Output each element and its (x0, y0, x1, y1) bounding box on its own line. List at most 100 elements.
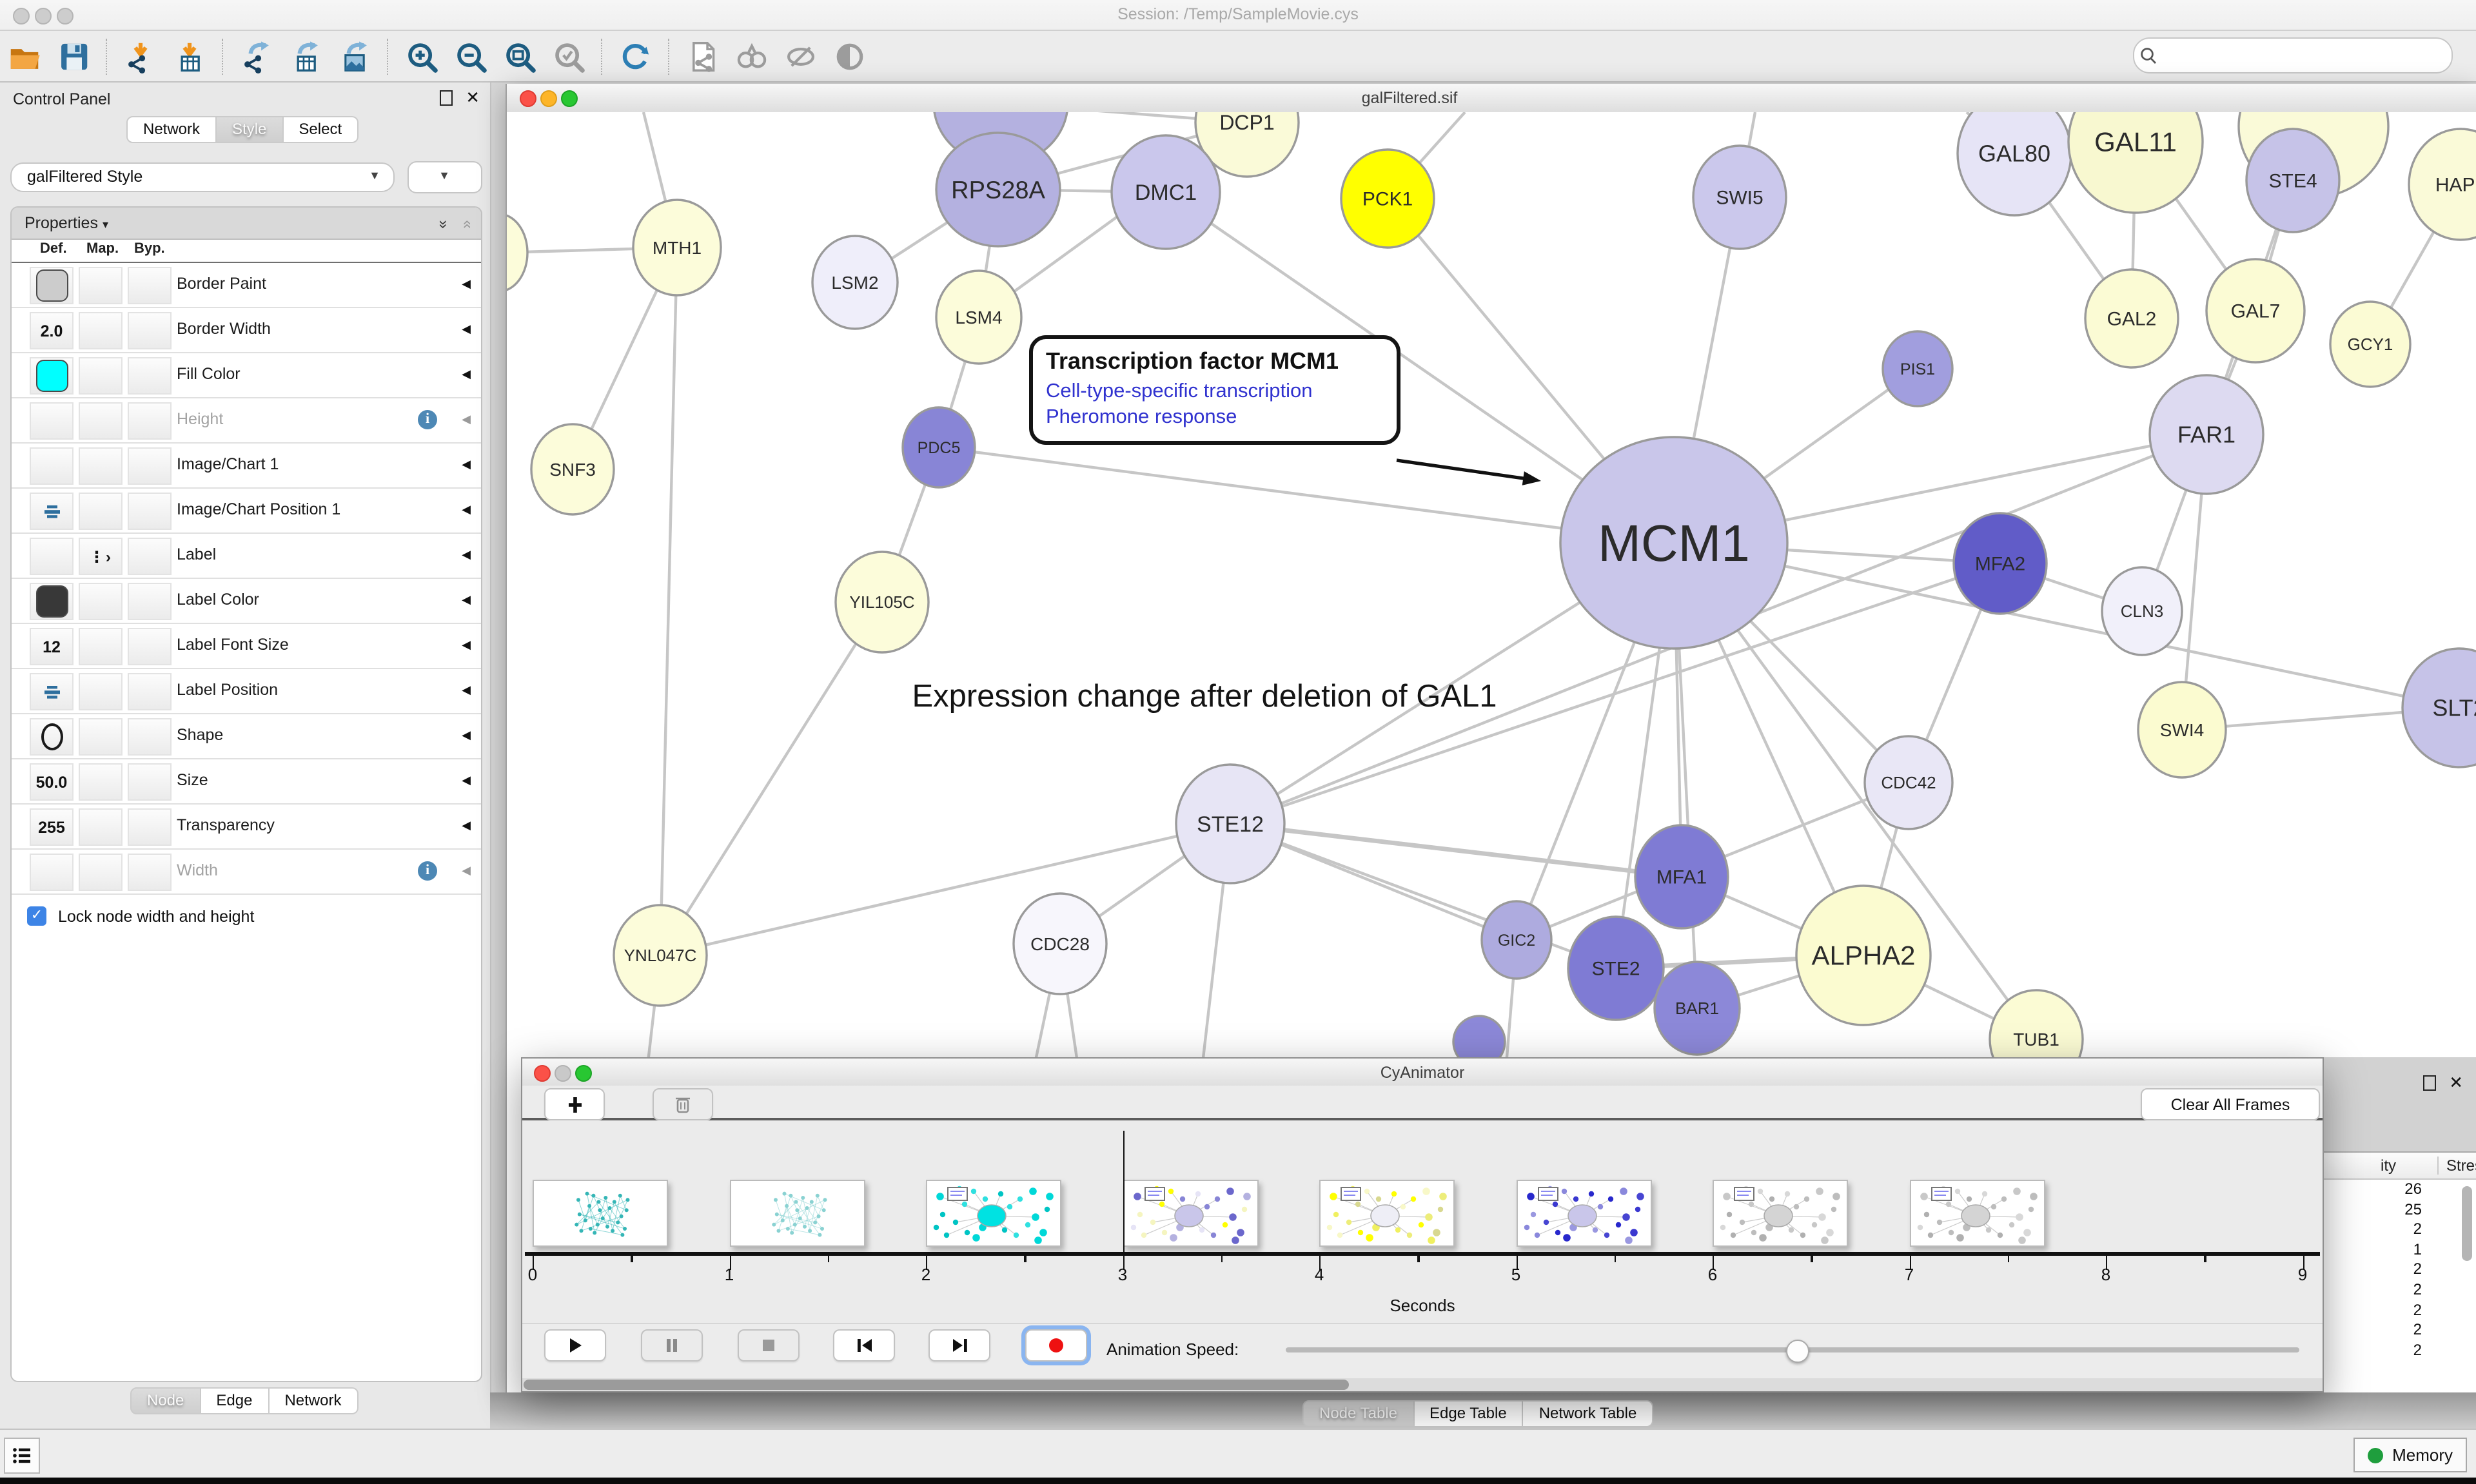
property-row[interactable]: Border Paint◀ (12, 263, 481, 308)
timeline-scrollbar[interactable] (522, 1378, 2323, 1391)
expand-property-icon[interactable]: ◀ (462, 638, 471, 652)
mapping-cell[interactable] (79, 402, 123, 440)
tab-edge[interactable]: Edge (201, 1387, 269, 1414)
property-row[interactable]: Label Position◀ (12, 669, 481, 714)
network-node[interactable]: RPS28A (936, 133, 1060, 246)
network-node[interactable]: SWI4 (2138, 682, 2226, 777)
bypass-cell[interactable] (128, 312, 172, 349)
bypass-cell[interactable] (128, 357, 172, 395)
bypass-cell[interactable] (128, 402, 172, 440)
animation-timeline[interactable]: 0123456789Seconds (522, 1120, 2323, 1323)
property-row[interactable]: ⋮›Label◀ (12, 534, 481, 579)
default-value-cell[interactable]: 255 (30, 808, 74, 846)
expand-property-icon[interactable]: ◀ (462, 503, 471, 517)
default-value-cell[interactable] (30, 673, 74, 710)
skip-start-button[interactable] (833, 1329, 895, 1362)
zoom-selected-icon[interactable] (552, 39, 585, 73)
export-table-icon[interactable] (289, 39, 322, 73)
expand-property-icon[interactable]: ◀ (462, 593, 471, 607)
tab-select[interactable]: Select (283, 116, 359, 143)
bypass-cell[interactable] (128, 808, 172, 846)
default-value-cell[interactable] (30, 267, 74, 304)
table-row[interactable]: 2 (2324, 1220, 2476, 1240)
export-image-icon[interactable] (338, 39, 371, 73)
zoom-out-icon[interactable] (454, 39, 487, 73)
network-node[interactable]: FAR1 (2150, 375, 2263, 494)
open-folder-icon[interactable] (8, 39, 41, 73)
stop-button[interactable] (738, 1329, 800, 1362)
annotation-link[interactable]: Pheromone response (1046, 406, 1384, 429)
float-panel-icon[interactable] (440, 90, 453, 106)
tab-network-table[interactable]: Network Table (1524, 1400, 1654, 1427)
network-node[interactable]: PCK1 (1341, 150, 1434, 248)
expand-property-icon[interactable]: ◀ (462, 864, 471, 878)
hide-details-icon[interactable] (784, 39, 818, 73)
bypass-cell[interactable] (128, 854, 172, 891)
expand-property-icon[interactable]: ◀ (462, 774, 471, 788)
search-input[interactable] (2163, 45, 2451, 66)
show-panels-button[interactable] (4, 1438, 40, 1474)
mapping-cell[interactable] (79, 763, 123, 801)
table-row[interactable]: 25 (2324, 1200, 2476, 1220)
network-node[interactable]: GAL2 (2085, 269, 2178, 367)
frame-thumbnail[interactable] (1713, 1180, 1848, 1247)
property-row[interactable]: Image/Chart 1◀ (12, 444, 481, 489)
network-node[interactable]: STE2 (1568, 917, 1664, 1020)
property-row[interactable]: Fill Color◀ (12, 353, 481, 398)
collapse-all-icon[interactable]: » (457, 220, 475, 228)
minimize-icon[interactable] (540, 90, 557, 107)
close-icon[interactable] (520, 90, 536, 107)
pause-button[interactable] (641, 1329, 703, 1362)
network-node[interactable]: LSM4 (936, 271, 1021, 364)
record-button[interactable] (1025, 1329, 1087, 1362)
network-node[interactable]: SWI5 (1693, 146, 1786, 249)
network-node[interactable]: DMC1 (1112, 135, 1220, 249)
table-row[interactable]: 2 (2324, 1300, 2476, 1320)
cyanimator-titlebar[interactable]: CyAnimator (522, 1059, 2323, 1088)
tab-network[interactable]: Network (269, 1387, 358, 1414)
tab-edge-table[interactable]: Edge Table (1414, 1400, 1524, 1427)
close-panel-icon[interactable]: ✕ (2449, 1077, 2463, 1089)
network-node[interactable]: CLN3 (2102, 567, 2182, 655)
bypass-cell[interactable] (128, 447, 172, 485)
expand-property-icon[interactable]: ◀ (462, 367, 471, 382)
lock-checkbox[interactable]: ✓ (27, 906, 46, 926)
network-node[interactable]: STE12 (1176, 765, 1284, 883)
default-value-cell[interactable] (30, 493, 74, 530)
mapping-cell[interactable] (79, 808, 123, 846)
frame-thumbnail[interactable] (1909, 1180, 2045, 1247)
network-node[interactable]: MFA1 (1635, 825, 1728, 928)
mapping-cell[interactable] (79, 854, 123, 891)
expand-property-icon[interactable]: ◀ (462, 458, 471, 472)
add-frame-button[interactable] (544, 1088, 605, 1120)
refresh-view-icon[interactable] (619, 39, 653, 73)
zoom-icon[interactable] (561, 90, 578, 107)
bypass-cell[interactable] (128, 718, 172, 756)
table-scrollbar[interactable] (2461, 1184, 2473, 1390)
default-value-cell[interactable]: 12 (30, 628, 74, 665)
mapping-cell[interactable] (79, 447, 123, 485)
default-value-cell[interactable]: 50.0 (30, 763, 74, 801)
network-window-titlebar[interactable]: galFiltered.sif (507, 84, 2476, 113)
timeline-playhead[interactable] (1123, 1131, 1125, 1252)
table-row[interactable]: 2 (2324, 1320, 2476, 1340)
annotation-box[interactable]: Transcription factor MCM1 Cell-type-spec… (1029, 335, 1400, 445)
style-options-button[interactable]: ▼ (408, 161, 482, 193)
search-network-icon[interactable] (735, 39, 769, 73)
network-file-icon[interactable] (686, 39, 720, 73)
slider-thumb[interactable] (1786, 1340, 1809, 1363)
close-panel-icon[interactable]: ✕ (466, 92, 480, 104)
mapping-cell[interactable] (79, 267, 123, 304)
table-row[interactable]: 2 (2324, 1341, 2476, 1361)
default-value-cell[interactable] (30, 583, 74, 620)
show-details-icon[interactable] (833, 39, 867, 73)
property-row[interactable]: 50.0Size◀ (12, 759, 481, 805)
default-value-cell[interactable] (30, 357, 74, 395)
frame-thumbnail[interactable] (926, 1180, 1061, 1247)
network-node[interactable]: SNF3 (531, 424, 614, 514)
info-icon[interactable]: i (418, 410, 437, 429)
style-selector[interactable]: galFiltered Style ▼ (10, 162, 395, 192)
network-node[interactable]: GIC2 (1482, 901, 1551, 979)
frame-thumbnail[interactable] (1516, 1180, 1651, 1247)
network-node[interactable]: LSM2 (812, 236, 898, 329)
